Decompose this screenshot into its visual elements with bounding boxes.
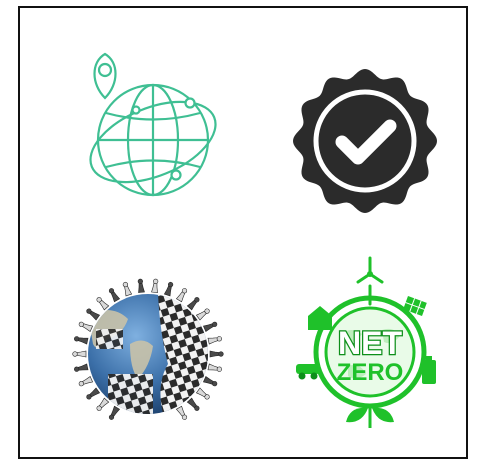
chess-piece-icon [195, 308, 210, 321]
chess-piece-icon [202, 376, 218, 387]
globe-location-pin-icon [78, 48, 218, 203]
chess-piece-icon [96, 297, 110, 311]
chess-piece-icon [78, 321, 94, 332]
chess-piece-icon [186, 397, 200, 411]
chess-globe-icon [68, 274, 228, 424]
chess-piece-icon [74, 336, 89, 345]
chess-piece-icon [108, 405, 121, 420]
chess-piece-icon [78, 376, 94, 387]
netzero-line2: ZERO [337, 359, 404, 386]
chess-piece-icon [137, 278, 145, 293]
chess-piece-icon [74, 363, 89, 372]
image-frame: NET ZERO [18, 6, 468, 459]
chess-piece-icon [86, 308, 101, 321]
chess-piece-icon [122, 281, 133, 297]
chess-piece-icon [207, 363, 222, 372]
chess-piece-icon [175, 288, 188, 303]
chess-piece-icon [72, 350, 87, 358]
net-zero-emblem-icon: NET ZERO [290, 256, 450, 431]
chess-piece-icon [108, 288, 121, 303]
chess-piece-icon [175, 405, 188, 420]
chess-piece-icon [186, 297, 200, 311]
chess-piece-icon [163, 281, 174, 297]
chess-piece-icon [209, 350, 224, 358]
chess-piece-icon [86, 387, 101, 400]
netzero-line1: NET [338, 325, 402, 361]
verified-badge-check-icon [290, 66, 440, 216]
chess-piece-icon [151, 278, 159, 293]
chess-piece-icon [96, 397, 110, 411]
chess-piece-icon [195, 387, 210, 400]
chess-piece-icon [207, 336, 222, 345]
chess-piece-icon [202, 321, 218, 332]
